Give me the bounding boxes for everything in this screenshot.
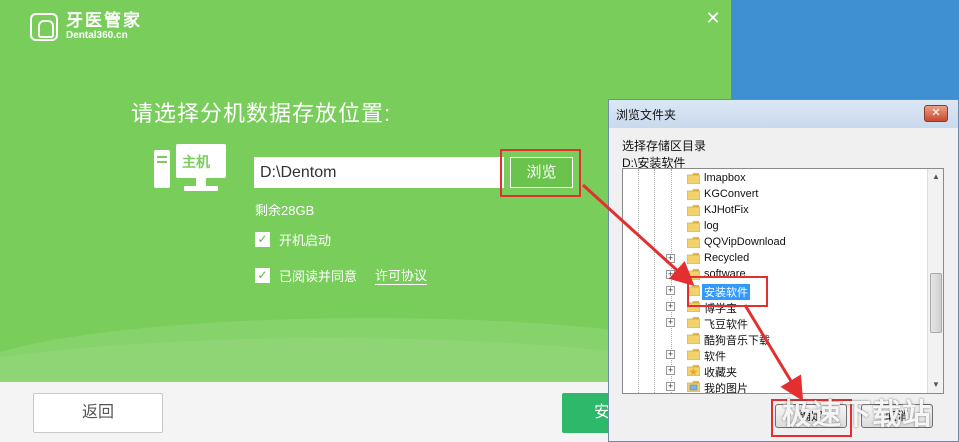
close-icon[interactable]: ✕ — [703, 8, 723, 28]
scroll-thumb[interactable] — [930, 273, 942, 333]
folder-icon — [687, 333, 700, 344]
folder-icon — [687, 173, 700, 184]
folder-icon — [687, 317, 700, 328]
selected-folder-highlight-box — [687, 276, 768, 307]
folder-icon — [687, 349, 700, 360]
license-link[interactable]: 许可协议 — [375, 265, 428, 285]
tree-item-label: 酷狗音乐下载 — [704, 335, 770, 347]
tree-item[interactable]: + Recycled — [623, 251, 928, 267]
favorites-folder-icon — [687, 365, 700, 376]
expand-icon[interactable]: + — [666, 302, 675, 311]
back-button[interactable]: 返回 — [33, 393, 163, 433]
logo-name: 牙医管家 — [66, 11, 142, 30]
dialog-title: 浏览文件夹 — [616, 107, 677, 122]
tree-item-label: Recycled — [704, 252, 750, 264]
expand-icon[interactable]: + — [666, 350, 675, 359]
autostart-checkbox[interactable]: ✓ — [255, 232, 270, 247]
folder-icon — [687, 221, 700, 232]
tree-scrollbar[interactable]: ▲ ▼ — [927, 169, 943, 393]
folder-icon — [687, 189, 700, 200]
tree-item[interactable]: + 收藏夹 — [623, 363, 928, 379]
folder-tree[interactable]: ▲ ▼ lmapbox KGConvert KJHotFix log QQVipDown… — [622, 168, 944, 394]
tree-item[interactable]: QQVipDownload — [623, 235, 928, 251]
expand-icon[interactable]: + — [666, 270, 675, 279]
autostart-label: 开机启动 — [279, 233, 332, 248]
agree-checkbox[interactable]: ✓ — [255, 267, 270, 283]
app-logo: 牙医管家 Dental360.cn — [30, 12, 142, 42]
expand-icon[interactable]: + — [666, 254, 675, 263]
tree-item-label: lmapbox — [704, 172, 746, 184]
free-space-label: 剩余28GB — [255, 203, 315, 218]
scroll-up-icon[interactable]: ▲ — [928, 169, 943, 185]
expand-icon[interactable]: + — [666, 382, 675, 391]
dialog-titlebar: 浏览文件夹 ✕ — [609, 100, 958, 128]
tree-item[interactable]: lmapbox — [623, 171, 928, 187]
agree-label: 已阅读并同意 — [279, 268, 358, 284]
expand-icon[interactable]: + — [666, 318, 675, 327]
tree-item-label: 飞豆软件 — [704, 319, 748, 331]
tree-item-label: QQVipDownload — [704, 236, 786, 248]
tree-item[interactable]: KGConvert — [623, 187, 928, 203]
dialog-close-icon[interactable]: ✕ — [924, 105, 948, 122]
browse-highlight-box — [500, 149, 581, 197]
tree-item-label: 我的图片 — [704, 383, 748, 394]
install-path-input[interactable] — [254, 157, 504, 188]
autostart-option[interactable]: ✓ 开机启动 — [255, 230, 331, 249]
folder-icon — [687, 237, 700, 248]
logo-domain: Dental360.cn — [66, 30, 128, 41]
tree-item-label: 软件 — [704, 351, 726, 363]
tree-item[interactable]: + 安装软件 — [623, 283, 928, 300]
tree-item-label: KJHotFix — [704, 204, 749, 216]
tree-item[interactable]: + 博学宝 — [623, 299, 928, 315]
tree-item-label: KGConvert — [704, 188, 759, 200]
tooth-logo-icon — [30, 13, 58, 41]
tree-item[interactable]: + 软件 — [623, 347, 928, 363]
folder-icon — [687, 253, 700, 264]
page-title: 请选择分机数据存放位置: — [131, 101, 392, 126]
expand-icon[interactable]: + — [666, 286, 675, 295]
expand-icon[interactable]: + — [666, 366, 675, 375]
tree-item[interactable]: 酷狗音乐下载 — [623, 331, 928, 347]
site-watermark: 极速下载站 — [782, 399, 933, 431]
agree-option[interactable]: ✓ 已阅读并同意 许可协议 — [255, 265, 428, 285]
tree-item-label: log — [704, 220, 719, 232]
host-label: 主机 — [182, 154, 210, 170]
folder-icon — [687, 205, 700, 216]
pictures-folder-icon — [687, 381, 700, 392]
dialog-prompt: 选择存储区目录 — [622, 139, 707, 153]
tree-item[interactable]: KJHotFix — [623, 203, 928, 219]
tree-item-label: 收藏夹 — [704, 367, 737, 379]
tree-item[interactable]: + 飞豆软件 — [623, 315, 928, 331]
tree-item[interactable]: log — [623, 219, 928, 235]
tree-item[interactable]: + software — [623, 267, 928, 283]
